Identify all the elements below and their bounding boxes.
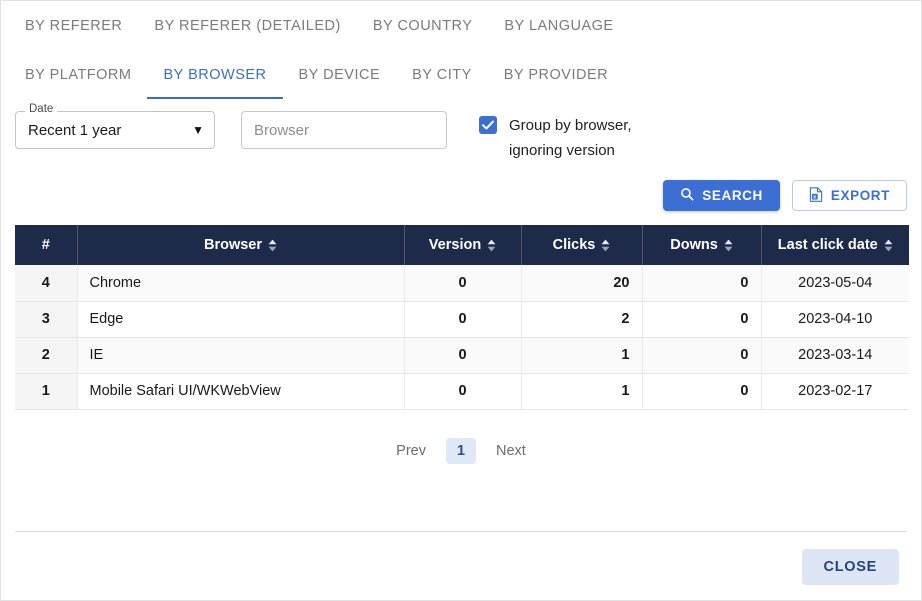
statistics-dialog: BY REFERER BY REFERER (DETAILED) BY COUNTR… xyxy=(0,0,922,601)
tab-row-primary: BY REFERER BY REFERER (DETAILED) BY COUNTR… xyxy=(9,1,913,50)
column-header-label: Downs xyxy=(670,237,718,253)
sort-updown-icon[interactable] xyxy=(724,239,733,252)
browser-search-input[interactable] xyxy=(241,111,447,149)
group-by-browser-checkbox-row[interactable]: Group by browser, ignoring version xyxy=(479,111,632,163)
table-row[interactable]: 1 Mobile Safari UI/WKWebView 0 1 0 2023-02-17 xyxy=(15,373,909,410)
column-header-label: Last click date xyxy=(777,237,878,253)
pagination-next[interactable]: Next xyxy=(486,438,536,464)
table-body: 4 Chrome 0 20 0 2023-05-04 3 Edge 0 2 0 2023-04-10 2… xyxy=(15,265,909,410)
cell-version: 0 xyxy=(404,301,522,338)
search-icon xyxy=(680,187,694,204)
tab-by-browser[interactable]: BY BROWSER xyxy=(147,50,283,99)
tab-label: BY LANGUAGE xyxy=(504,17,614,34)
tab-label: BY DEVICE xyxy=(298,66,381,83)
cell-browser: Mobile Safari UI/WKWebView xyxy=(77,373,405,410)
filter-bar: Date Recent 1 year ▼ Group by browser, i… xyxy=(1,103,921,163)
search-button[interactable]: SEARCH xyxy=(663,180,780,211)
results-table-container: # Browser Version Clicks Downs Last click dat… xyxy=(1,225,921,410)
cell-version: 0 xyxy=(404,337,522,374)
export-button-label: EXPORT xyxy=(830,188,890,203)
tab-bar: BY REFERER BY REFERER (DETAILED) BY COUNTR… xyxy=(1,1,921,99)
sort-updown-icon[interactable] xyxy=(487,239,496,252)
sort-updown-icon[interactable] xyxy=(601,239,610,252)
column-header-browser[interactable]: Browser xyxy=(77,225,405,265)
column-header-last-click-date[interactable]: Last click date xyxy=(761,225,909,265)
cell-version: 0 xyxy=(404,265,522,302)
cell-browser: Chrome xyxy=(77,265,405,302)
tab-by-referer-detailed[interactable]: BY REFERER (DETAILED) xyxy=(138,1,356,50)
tab-by-city[interactable]: BY CITY xyxy=(396,50,488,99)
tab-label: BY COUNTRY xyxy=(372,17,473,34)
pagination-prev[interactable]: Prev xyxy=(386,438,436,464)
date-range-legend: Date xyxy=(25,103,58,116)
tab-label: BY REFERER (DETAILED) xyxy=(154,17,341,34)
table-row[interactable]: 2 IE 0 1 0 2023-03-14 xyxy=(15,337,909,374)
checkbox-checked-icon[interactable] xyxy=(479,116,497,134)
date-range-value: Recent 1 year xyxy=(28,121,122,139)
tab-row-secondary: BY PLATFORM BY BROWSER BY DEVICE BY CITY BY … xyxy=(9,50,913,99)
column-header-label: # xyxy=(41,237,50,253)
group-by-browser-label: Group by browser, ignoring version xyxy=(509,113,632,163)
cell-clicks: 1 xyxy=(521,373,643,410)
cell-downs: 0 xyxy=(642,337,762,374)
cell-index: 1 xyxy=(15,373,78,410)
pagination-page-1[interactable]: 1 xyxy=(446,437,476,464)
cell-downs: 0 xyxy=(642,373,762,410)
cell-downs: 0 xyxy=(642,265,762,302)
table-header-row: # Browser Version Clicks Downs Last click dat… xyxy=(15,225,909,265)
column-header-label: Browser xyxy=(203,237,263,253)
column-header-downs[interactable]: Downs xyxy=(642,225,762,265)
excel-file-icon: x xyxy=(809,186,823,205)
tab-by-country[interactable]: BY COUNTRY xyxy=(357,1,489,50)
cell-last-click-date: 2023-04-10 xyxy=(761,301,909,338)
column-header-label: Version xyxy=(428,237,482,253)
search-button-label: SEARCH xyxy=(702,188,763,203)
browser-statistics-table: # Browser Version Clicks Downs Last click dat… xyxy=(15,225,909,410)
group-label-line1: Group by browser, xyxy=(509,117,632,134)
cell-last-click-date: 2023-03-14 xyxy=(761,337,909,374)
tab-by-referer[interactable]: BY REFERER xyxy=(9,1,138,50)
column-header-version[interactable]: Version xyxy=(404,225,522,265)
cell-clicks: 2 xyxy=(521,301,643,338)
column-header-clicks[interactable]: Clicks xyxy=(521,225,643,265)
pagination: Prev 1 Next xyxy=(1,437,921,464)
tab-label: BY PROVIDER xyxy=(503,66,609,83)
cell-index: 4 xyxy=(15,265,78,302)
table-head: # Browser Version Clicks Downs Last click dat… xyxy=(15,225,909,265)
table-row[interactable]: 3 Edge 0 2 0 2023-04-10 xyxy=(15,301,909,338)
cell-index: 3 xyxy=(15,301,78,338)
cell-downs: 0 xyxy=(642,301,762,338)
column-header-: # xyxy=(15,225,78,265)
cell-index: 2 xyxy=(15,337,78,374)
dialog-footer: CLOSE xyxy=(1,532,921,600)
tab-label: BY REFERER xyxy=(25,17,123,34)
cell-last-click-date: 2023-05-04 xyxy=(761,265,909,302)
export-button[interactable]: x EXPORT xyxy=(791,180,907,211)
cell-browser: Edge xyxy=(77,301,405,338)
sort-updown-icon[interactable] xyxy=(884,239,893,252)
table-row[interactable]: 4 Chrome 0 20 0 2023-05-04 xyxy=(15,265,909,302)
tab-label: BY BROWSER xyxy=(163,66,267,83)
tab-label: BY PLATFORM xyxy=(25,66,132,83)
date-range-select[interactable]: Date Recent 1 year ▼ xyxy=(15,103,215,149)
group-label-line2: ignoring version xyxy=(509,142,615,159)
cell-last-click-date: 2023-02-17 xyxy=(761,373,909,410)
close-button[interactable]: CLOSE xyxy=(801,548,899,585)
action-button-group: SEARCH x EXPORT xyxy=(1,180,921,211)
cell-browser: IE xyxy=(77,337,405,374)
sort-updown-icon[interactable] xyxy=(268,239,277,252)
cell-clicks: 20 xyxy=(521,265,643,302)
svg-text:x: x xyxy=(813,194,817,200)
tab-label: BY CITY xyxy=(412,66,472,83)
tab-by-platform[interactable]: BY PLATFORM xyxy=(9,50,147,99)
chevron-down-icon: ▼ xyxy=(192,123,204,137)
column-header-label: Clicks xyxy=(552,237,596,253)
cell-version: 0 xyxy=(404,373,522,410)
tab-by-language[interactable]: BY LANGUAGE xyxy=(488,1,629,50)
tab-by-device[interactable]: BY DEVICE xyxy=(283,50,397,99)
cell-clicks: 1 xyxy=(521,337,643,374)
tab-by-provider[interactable]: BY PROVIDER xyxy=(488,50,624,99)
